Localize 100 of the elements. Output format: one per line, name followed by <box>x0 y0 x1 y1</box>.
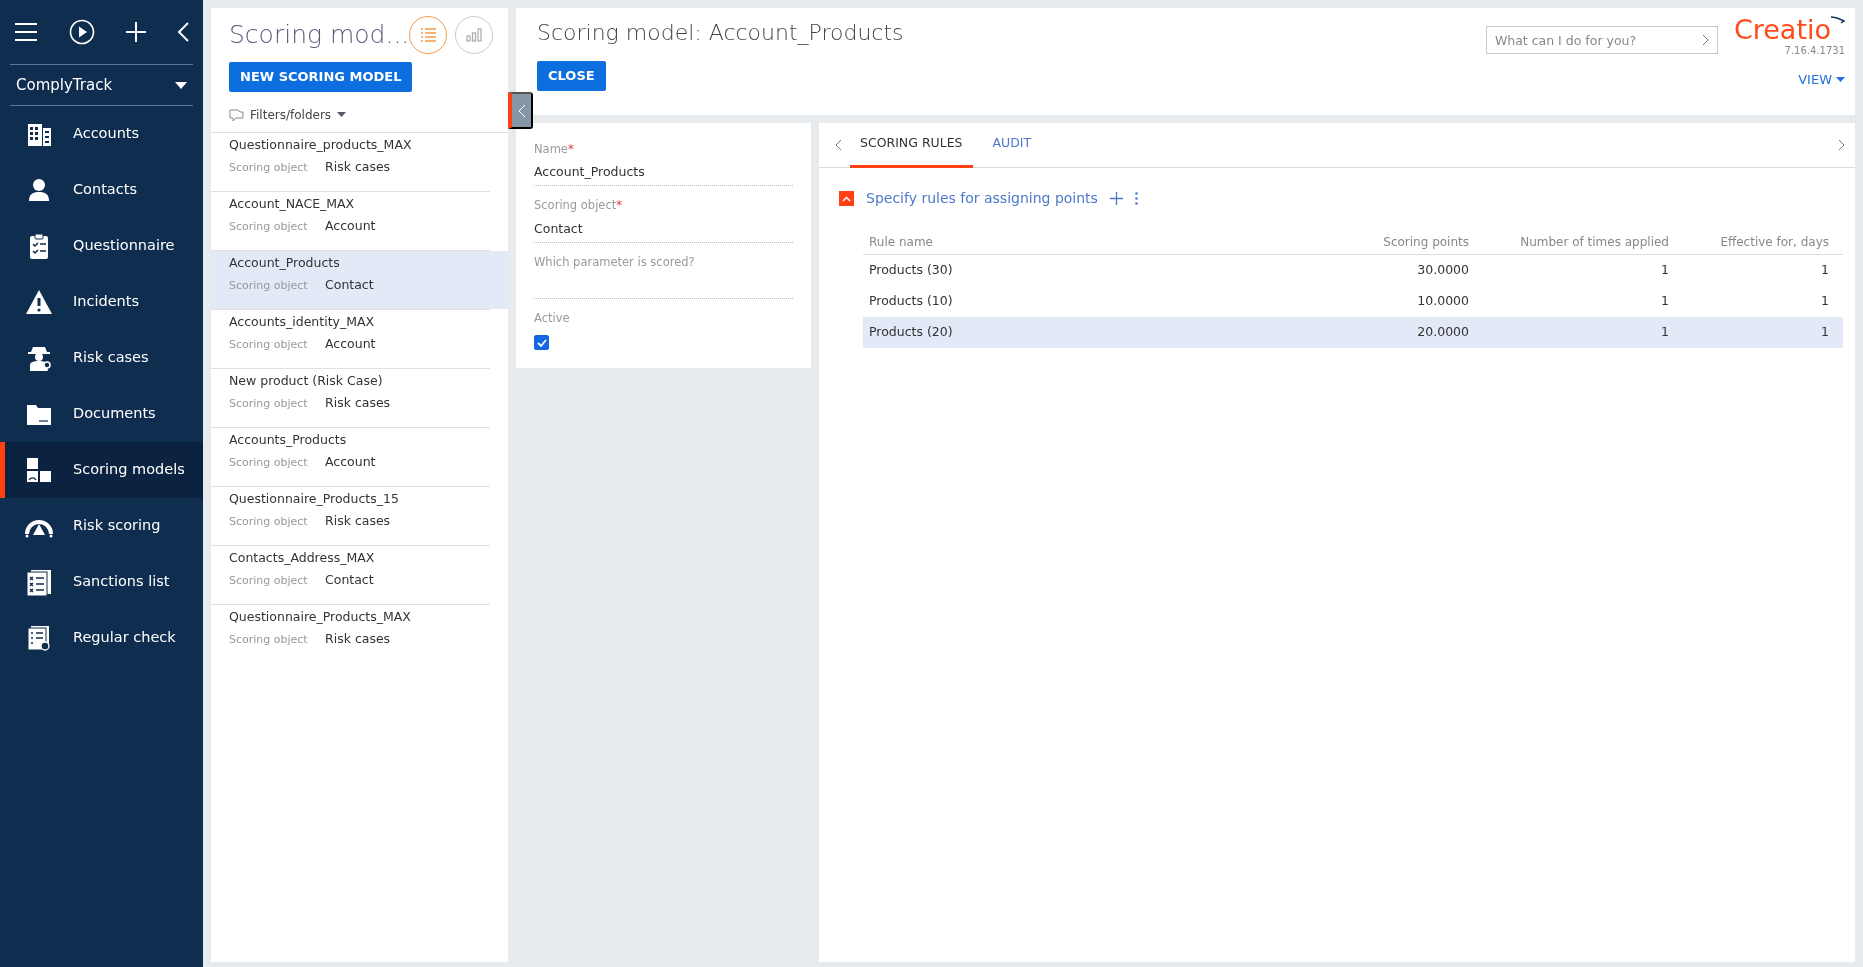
record-name: Questionnaire_products_MAX <box>229 135 413 154</box>
sidebar-item[interactable]: Scoring models <box>0 442 203 498</box>
record-name: Accounts_identity_MAX <box>229 312 376 331</box>
field-value: Risk cases <box>325 159 391 175</box>
list-record[interactable]: Questionnaire_Products_MAX Scoring object Risk cases <box>211 604 508 663</box>
table-cell-text: 1 <box>1820 292 1829 311</box>
chevron-up-icon <box>842 195 851 202</box>
table-row[interactable]: Products (20) 20.0000 1 1 <box>863 317 1843 348</box>
list-record[interactable]: Accounts_identity_MAX Scoring object Account <box>211 309 508 368</box>
field-value: Contact <box>325 572 374 588</box>
new-scoring-model-button[interactable]: NEW SCORING MODEL <box>229 62 413 92</box>
sidebar-item[interactable]: Risk scoring <box>0 498 203 554</box>
collapse-toggle[interactable] <box>839 191 854 206</box>
list-record[interactable]: Questionnaire_Products_15 Scoring object Risk cases <box>211 486 508 545</box>
column-header: Scoring points <box>1382 233 1469 251</box>
field-label: Scoring object <box>229 396 309 413</box>
list-record[interactable]: Account_Products Scoring object Contact <box>211 250 508 309</box>
column-header: Effective for, days <box>1719 233 1829 251</box>
table-cell-text: 30.0000 <box>1416 261 1469 280</box>
field-label: Scoring object* <box>534 197 623 215</box>
column-header: Rule name <box>869 233 934 251</box>
sidebar-item[interactable]: Accounts <box>0 106 203 162</box>
field-label: Which parameter is scored? <box>534 253 696 271</box>
chevron-right-icon <box>1701 34 1709 46</box>
column-header: Number of times applied <box>1519 233 1669 251</box>
table-cell-text: 1 <box>1820 323 1829 342</box>
close-button[interactable]: CLOSE <box>537 61 606 91</box>
collapse-handle[interactable] <box>508 92 533 129</box>
workspace-selector[interactable]: ComplyTrack <box>10 64 193 106</box>
sidebar-item[interactable]: Contacts <box>0 162 203 218</box>
field-label: Scoring object <box>229 455 309 472</box>
tab[interactable]: SCORING RULES <box>850 122 973 168</box>
logo: Creatio <box>1733 16 1831 43</box>
caret-icon <box>337 112 347 117</box>
table-cell-text: 1 <box>1820 261 1829 280</box>
swoosh-icon <box>1831 16 1845 24</box>
chevron-left-icon[interactable] <box>835 139 842 151</box>
field-value: Risk cases <box>325 395 391 411</box>
tab[interactable]: AUDIT <box>982 122 1042 168</box>
caret-icon <box>175 81 187 89</box>
table-cell-text: 1 <box>1660 292 1669 311</box>
field-label: Scoring object <box>229 632 309 649</box>
field-label: Scoring object <box>229 514 309 531</box>
sidebar-item[interactable]: Risk cases <box>0 330 203 386</box>
table-cell-text: Products (20) <box>869 323 954 342</box>
menu-icon[interactable] <box>14 22 38 42</box>
record-name: Contacts_Address_MAX <box>229 548 376 567</box>
sidebar-item[interactable]: Regular check <box>0 610 203 666</box>
table-cell-text: 1 <box>1660 323 1669 342</box>
sidebar-item[interactable]: Questionnaire <box>0 218 203 274</box>
field-label: Name* <box>534 141 575 158</box>
field-value: Risk cases <box>325 631 391 647</box>
field-value: Contact <box>325 277 374 293</box>
record-name: Questionnaire_Products_MAX <box>229 607 412 626</box>
record-name: New product (Risk Case) <box>229 371 384 390</box>
detective-icon <box>25 344 53 372</box>
document-check-icon <box>25 624 53 652</box>
field-value: Account <box>325 336 376 352</box>
table-cell-text: 10.0000 <box>1416 292 1469 311</box>
warning-icon <box>25 288 53 316</box>
checklist-icon <box>25 568 53 596</box>
record-name: Accounts_Products <box>229 430 348 449</box>
record-name: Account_NACE_MAX <box>229 194 356 213</box>
list-record[interactable]: Accounts_Products Scoring object Account <box>211 427 508 486</box>
input-field[interactable]: Contact <box>534 214 793 243</box>
table-cell-text: 1 <box>1660 261 1669 280</box>
search-field[interactable]: What can I do for you? <box>1485 26 1718 54</box>
collapse-icon[interactable] <box>177 22 189 42</box>
list-record[interactable]: New product (Risk Case) Scoring object Risk cases <box>211 368 508 427</box>
chevron-right-icon[interactable] <box>1838 139 1845 151</box>
input-field[interactable]: Account_Products <box>534 158 793 187</box>
page-title: Scoring mod... <box>229 19 410 52</box>
checkbox[interactable] <box>534 335 549 350</box>
field-label: Active <box>534 309 571 327</box>
filters-folders-menu[interactable]: Filters/folders <box>229 105 347 124</box>
record-name: Account_Products <box>229 253 341 272</box>
field-label: Scoring object <box>229 573 309 590</box>
list-icon <box>420 28 437 42</box>
sidebar-item[interactable]: Sanctions list <box>0 554 203 610</box>
table-cell-text: 20.0000 <box>1416 323 1469 342</box>
field-value: Account <box>325 454 376 470</box>
table-row[interactable]: Products (30) 30.0000 1 1 <box>863 255 1843 286</box>
more-icon[interactable] <box>1134 192 1138 205</box>
table-row[interactable]: Products (10) 10.0000 1 1 <box>863 286 1843 317</box>
field-value: Risk cases <box>325 513 391 529</box>
sidebar-item[interactable]: Documents <box>0 386 203 442</box>
list-record[interactable]: Contacts_Address_MAX Scoring object Contact <box>211 545 508 604</box>
view-menu[interactable]: VIEW <box>1798 70 1845 90</box>
filter-icon <box>229 107 244 122</box>
table-cell-text: Products (10) <box>869 292 954 311</box>
version-label: 7.16.4.1731 <box>1784 44 1845 58</box>
sidebar-item[interactable]: Incidents <box>0 274 203 330</box>
play-icon[interactable] <box>69 19 95 45</box>
page-title: Scoring model: Account_Products <box>537 19 904 47</box>
field-label: Scoring object <box>229 337 309 354</box>
group-title: Specify rules for assigning points <box>866 189 1098 208</box>
list-record[interactable]: Account_NACE_MAX Scoring object Account <box>211 191 508 250</box>
field-label: Scoring object <box>229 219 309 236</box>
list-record[interactable]: Questionnaire_products_MAX Scoring object Risk cases <box>211 132 508 191</box>
caret-icon <box>1836 77 1845 83</box>
